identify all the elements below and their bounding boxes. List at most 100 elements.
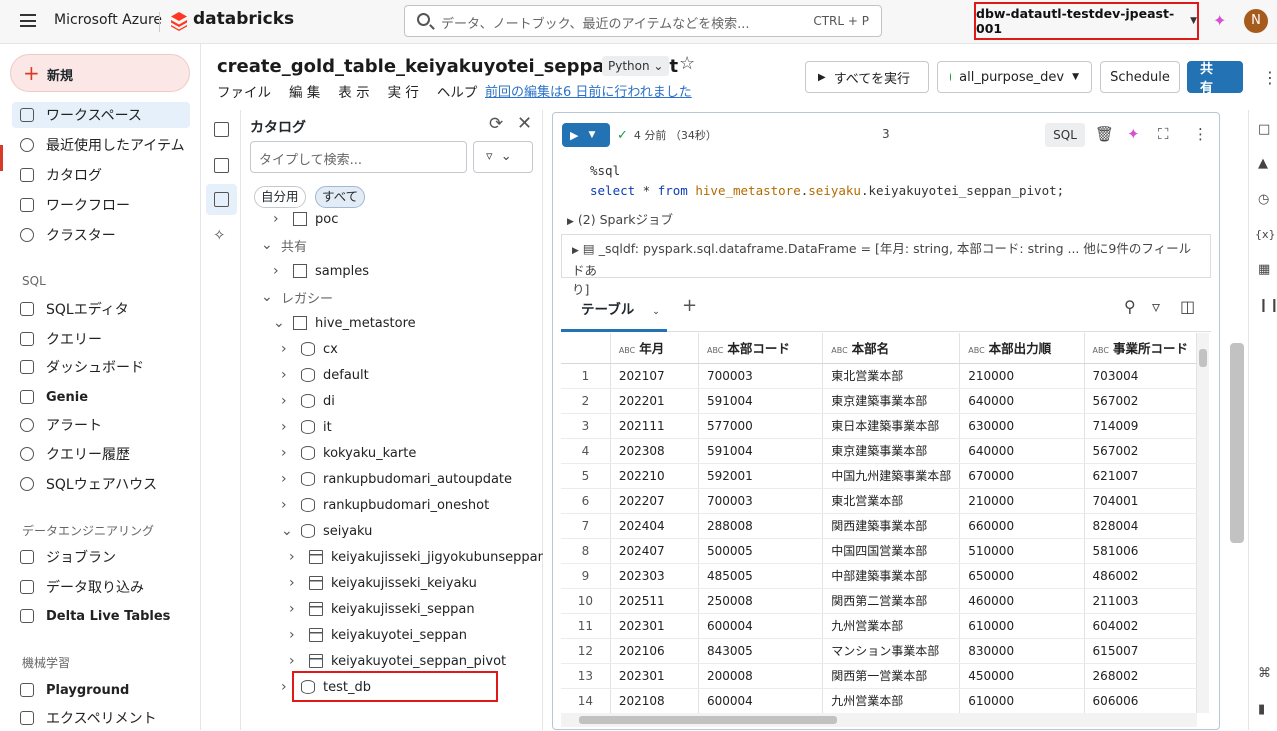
tree-section[interactable]: ⌄ レガシー	[261, 284, 333, 310]
tree-item[interactable]: › rankupbudomari_autoupdate	[281, 466, 512, 492]
assistant-icon[interactable]: ✧	[213, 226, 226, 244]
table-row[interactable]: 8 202407 500005 中国四国営業本部 510000 581006	[561, 538, 1197, 564]
tree-item[interactable]: › kokyaku_karte	[281, 440, 416, 466]
menu-help[interactable]: ヘルプ	[437, 81, 478, 101]
table-row[interactable]: 4 202308 591004 東京建築事業本部 640000 567002	[561, 438, 1197, 464]
tree-item[interactable]: › rankupbudomari_oneshot	[281, 492, 489, 518]
chevron-right-icon[interactable]: ›	[281, 497, 295, 513]
table-cell[interactable]: 591004	[698, 388, 824, 414]
sidebar-item-genie[interactable]: Genie	[12, 384, 190, 410]
table-cell[interactable]: 250008	[698, 588, 824, 614]
table-cell[interactable]: 640000	[959, 438, 1085, 464]
table-cell[interactable]: 610000	[959, 688, 1085, 713]
table-cell[interactable]: 202511	[610, 588, 699, 614]
chevron-down-icon[interactable]: ⌄	[261, 237, 275, 253]
tree-item[interactable]: › it	[281, 414, 332, 440]
catalog-search-input[interactable]: タイプして検索...	[250, 141, 467, 173]
refresh-icon[interactable]: ⟳	[489, 114, 503, 134]
sidebar-item-data-ingestion[interactable]: データ取り込み	[12, 574, 190, 600]
table-cell[interactable]: 中国四国営業本部	[822, 538, 961, 564]
table-cell[interactable]: 714009	[1084, 413, 1197, 439]
table-cell[interactable]: 202111	[610, 413, 699, 439]
table-cell[interactable]: 581006	[1084, 538, 1197, 564]
chevron-right-icon[interactable]: ›	[281, 393, 295, 409]
table-row[interactable]: 2 202201 591004 東京建築事業本部 640000 567002	[561, 388, 1197, 414]
table-cell[interactable]: 202407	[610, 538, 699, 564]
tree-item[interactable]: › di	[281, 388, 335, 414]
table-cell[interactable]: 704001	[1084, 488, 1197, 514]
table-cell[interactable]: 202303	[610, 563, 699, 589]
table-cell[interactable]: 202210	[610, 463, 699, 489]
table-cell[interactable]: 591004	[698, 438, 824, 464]
sidebar-item-query-history[interactable]: クエリー履歴	[12, 441, 190, 467]
table-row[interactable]: 13 202301 200008 関西第一営業本部 450000 268002	[561, 663, 1197, 689]
table-cell[interactable]: 東京建築事業本部	[822, 388, 961, 414]
table-cell[interactable]: 600004	[698, 613, 824, 639]
sidebar-item-job-runs[interactable]: ジョブラン	[12, 544, 190, 570]
column-header[interactable]: ABC 事業所コード	[1084, 333, 1197, 364]
menu-edit[interactable]: 編 集	[289, 81, 320, 101]
table-cell[interactable]: 615007	[1084, 638, 1197, 664]
tree-item[interactable]: › samples	[273, 258, 369, 284]
global-search-input[interactable]: データ、ノートブック、最近のアイテムなどを検索... CTRL + P	[404, 5, 882, 37]
sidebar-item-playground[interactable]: Playground	[12, 677, 190, 703]
chevron-right-icon[interactable]: ›	[289, 653, 303, 669]
tree-section[interactable]: ⌄ 共有	[261, 232, 307, 258]
run-all-button[interactable]: ▶ すべてを実行	[805, 61, 929, 93]
dataframe-schema[interactable]: ▶ ▤ _sqldf: pyspark.sql.dataframe.DataFr…	[561, 234, 1211, 297]
table-cell[interactable]: 268002	[1084, 663, 1197, 689]
chevron-right-icon[interactable]: ›	[289, 549, 303, 565]
table-cell[interactable]: 830000	[959, 638, 1085, 664]
assistant-sparkle-icon[interactable]: ✦	[1213, 11, 1226, 30]
table-row[interactable]: 5 202210 592001 中国九州建築事業本部 670000 621007	[561, 463, 1197, 489]
table-cell[interactable]: 東北営業本部	[822, 363, 961, 389]
chevron-right-icon[interactable]: ›	[281, 471, 295, 487]
column-header[interactable]: ABC 本部出力順	[959, 333, 1085, 364]
table-row[interactable]: 11 202301 600004 九州営業本部 610000 604002	[561, 613, 1197, 639]
table-row[interactable]: 6 202207 700003 東北営業本部 210000 704001	[561, 488, 1197, 514]
spark-jobs-toggle[interactable]: ▶ (2) Sparkジョブ	[567, 209, 673, 228]
column-header[interactable]: ABC 年月	[610, 333, 699, 364]
table-cell[interactable]: 202106	[610, 638, 699, 664]
trash-icon[interactable]: 🗑	[1095, 125, 1114, 143]
table-cell[interactable]: 九州営業本部	[822, 613, 961, 639]
table-cell[interactable]: 670000	[959, 463, 1085, 489]
scrollbar-thumb[interactable]	[579, 716, 837, 724]
table-row[interactable]: 9 202303 485005 中部建築事業本部 650000 486002	[561, 563, 1197, 589]
compute-selector[interactable]: all_purpose_dev ▼	[937, 61, 1092, 93]
filter-icon[interactable]: ▿	[1152, 297, 1160, 316]
table-cell[interactable]: 関西第一営業本部	[822, 663, 961, 689]
table-cell[interactable]: 577000	[698, 413, 824, 439]
table-cell[interactable]: 中部建築事業本部	[822, 563, 961, 589]
table-cell[interactable]: 486002	[1084, 563, 1197, 589]
add-tab-icon[interactable]: +	[682, 295, 697, 316]
tree-item[interactable]: › poc	[273, 206, 338, 232]
table-cell[interactable]: 202301	[610, 613, 699, 639]
filter-all-pill[interactable]: すべて	[315, 186, 366, 208]
chevron-right-icon[interactable]: ›	[289, 601, 303, 617]
columns-panel-icon[interactable]: ◫	[1180, 297, 1195, 316]
chevron-right-icon[interactable]: ›	[281, 367, 295, 383]
table-cell[interactable]: 東日本建築事業本部	[822, 413, 961, 439]
history-icon[interactable]: ◷	[1258, 192, 1269, 207]
workspace-selector[interactable]: dbw-datautl-testdev-jpeast-001 ▼	[974, 2, 1199, 40]
table-cell[interactable]: 東北営業本部	[822, 488, 961, 514]
page-scrollbar-thumb[interactable]	[1230, 343, 1244, 543]
schedule-button[interactable]: Schedule	[1100, 61, 1180, 93]
table-cell[interactable]: 202301	[610, 663, 699, 689]
tree-item[interactable]: › default	[281, 362, 369, 388]
table-cell[interactable]: 九州営業本部	[822, 688, 961, 713]
table-cell[interactable]: 600004	[698, 688, 824, 713]
chevron-right-icon[interactable]: ›	[289, 627, 303, 643]
library-icon[interactable]: ❙❙	[1258, 298, 1277, 313]
sidebar-item-workflows[interactable]: ワークフロー	[12, 192, 190, 218]
table-cell[interactable]: 288008	[698, 513, 824, 539]
table-row[interactable]: 7 202404 288008 関西建築事業本部 660000 828004	[561, 513, 1197, 539]
sidebar-item-workspace[interactable]: ワークスペース	[12, 102, 190, 128]
menu-view[interactable]: 表 示	[338, 81, 369, 101]
more-options-icon[interactable]: ⋮	[1193, 125, 1208, 143]
filter-mine-pill[interactable]: 自分用	[254, 186, 306, 208]
catalog-shapes-icon[interactable]	[214, 192, 229, 207]
sidebar-item-sql-editor[interactable]: SQLエディタ	[12, 296, 190, 322]
scrollbar-thumb[interactable]	[1199, 349, 1207, 367]
